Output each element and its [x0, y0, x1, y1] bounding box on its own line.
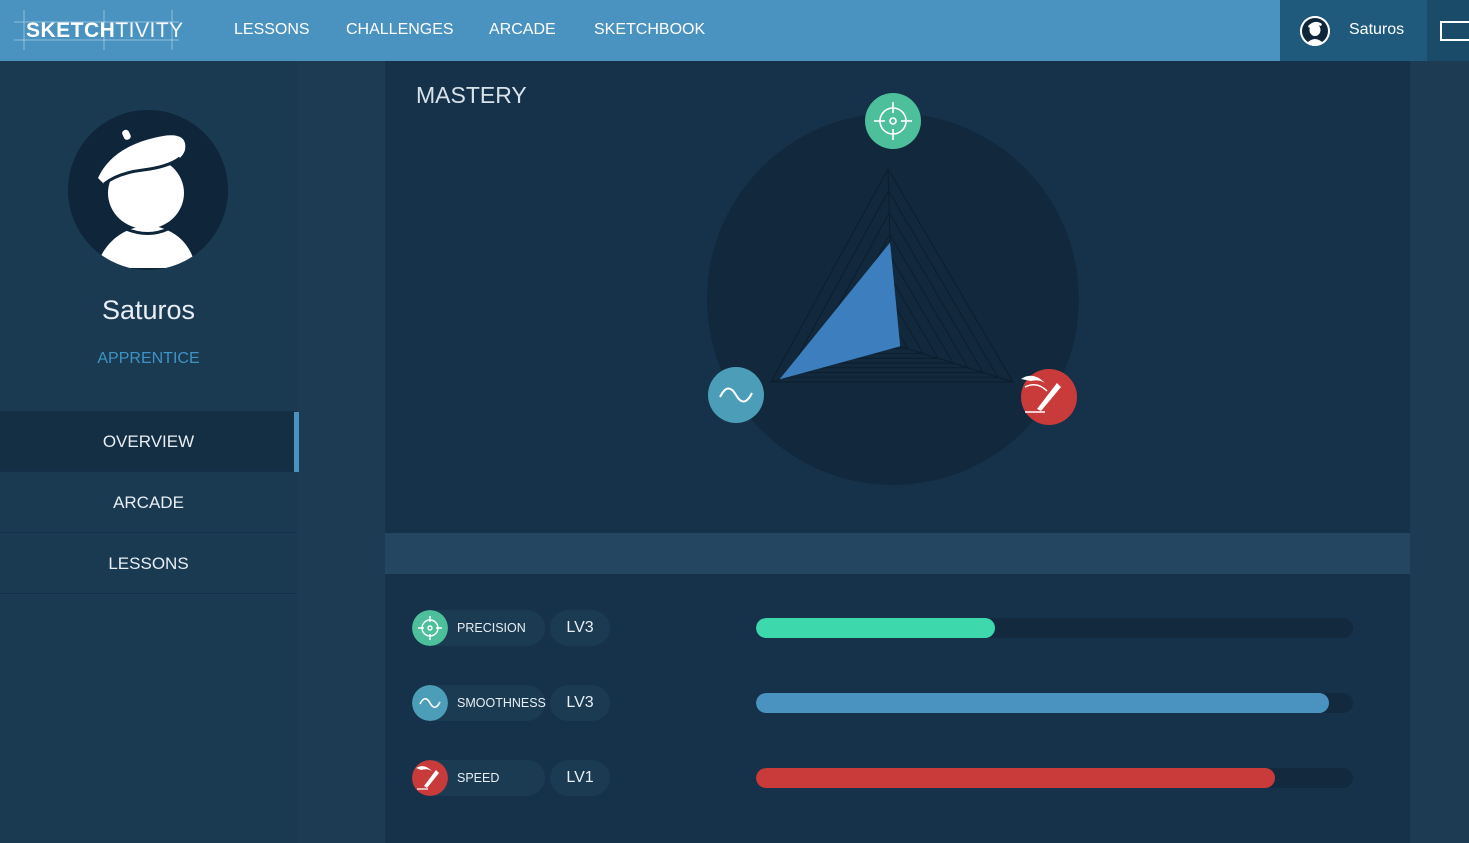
nav-arcade[interactable]: ARCADE	[489, 21, 556, 39]
profile-name: Saturos	[101, 295, 196, 325]
sidebar-menu: OVERVIEW ARCADE LESSONS	[0, 411, 299, 594]
stat-label: SPEED	[457, 771, 500, 785]
progress-track	[756, 693, 1353, 713]
user-avatar-icon	[1300, 16, 1330, 46]
wave-icon	[412, 685, 448, 721]
progress-fill	[756, 618, 995, 638]
sidebar-item-label: LESSONS	[108, 554, 189, 573]
nav-sketchbook[interactable]: SKETCHBOOK	[594, 21, 705, 39]
nav-lessons[interactable]: LESSONS	[234, 21, 310, 39]
sketchbook-toggle-button[interactable]	[1427, 0, 1469, 61]
frame-icon	[1440, 21, 1469, 41]
stat-row-precision: PRECISION LV3	[385, 610, 1410, 650]
progress-fill	[756, 768, 1276, 788]
speed-winged-pencil-icon	[1021, 369, 1077, 425]
stat-label: SMOOTHNESS	[457, 696, 546, 710]
stat-pill: PRECISION	[412, 610, 545, 646]
profile-avatar	[68, 110, 228, 270]
smoothness-wave-icon	[708, 367, 764, 423]
level-badge: LV3	[550, 610, 610, 646]
nav-challenges[interactable]: CHALLENGES	[346, 21, 454, 39]
panel-divider	[385, 533, 1410, 574]
progress-track	[756, 768, 1353, 788]
sidebar-item-label: ARCADE	[113, 493, 184, 512]
sidebar-item-lessons[interactable]: LESSONS	[0, 533, 297, 594]
mastery-radar	[707, 93, 1079, 485]
progress-fill	[756, 693, 1330, 713]
skill-stats-panel: PRECISION LV3 SMOOTHNESS LV3 SPEED LV1	[385, 574, 1410, 843]
crosshair-icon	[412, 610, 448, 646]
stat-label: PRECISION	[457, 621, 526, 635]
sidebar-item-label: OVERVIEW	[102, 432, 195, 451]
level-badge: LV1	[550, 760, 610, 796]
sidebar-item-overview[interactable]: OVERVIEW	[0, 411, 299, 472]
user-name-label: Saturos	[1349, 21, 1405, 38]
winged-pencil-icon	[412, 760, 448, 796]
sketchtivity-logo[interactable]: SKETCHTIVITY	[14, 10, 183, 50]
artist-beret-avatar-icon	[68, 110, 228, 270]
mastery-panel: MASTERY	[385, 61, 1410, 533]
logo-bold-text: SKETCH	[26, 19, 116, 42]
profile-sidebar: Saturos APPRENTICE OVERVIEW ARCADE LESSO…	[0, 61, 299, 843]
user-menu-button[interactable]: Saturos	[1280, 0, 1427, 61]
stat-pill: SMOOTHNESS	[412, 685, 546, 721]
stat-row-smoothness: SMOOTHNESS LV3	[385, 685, 1410, 725]
sidebar-item-arcade[interactable]: ARCADE	[0, 472, 297, 533]
stat-row-speed: SPEED LV1	[385, 760, 1410, 800]
logo-thin-text: TIVITY	[115, 19, 184, 42]
top-navigation-bar: SKETCHTIVITY LESSONS CHALLENGES ARCADE S…	[0, 0, 1469, 61]
level-badge: LV3	[550, 685, 610, 721]
stat-pill: SPEED	[412, 760, 545, 796]
profile-rank: APPRENTICE	[97, 350, 200, 367]
precision-crosshair-icon	[865, 93, 921, 149]
progress-track	[756, 618, 1353, 638]
